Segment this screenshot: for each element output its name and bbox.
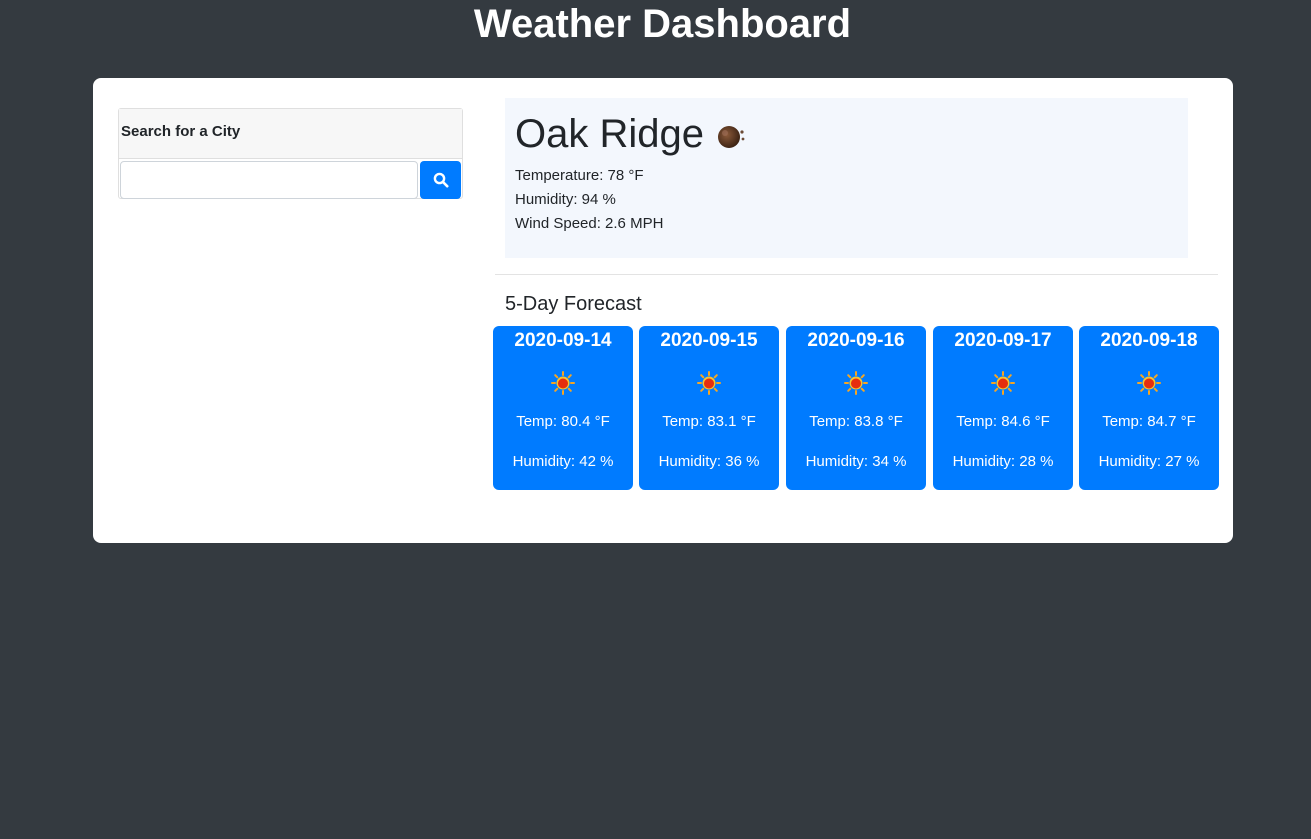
city-search-input[interactable]	[120, 161, 418, 199]
forecast-date: 2020-09-15	[660, 330, 758, 351]
forecast-humidity: Humidity: 27 %	[1098, 453, 1200, 470]
search-icon	[433, 172, 448, 188]
forecast-temp: Temp: 83.1 °F	[662, 413, 756, 430]
sun-icon	[1137, 371, 1161, 395]
forecast-card: 2020-09-18 Temp: 84.7 °F Humidity: 27 %	[1079, 326, 1219, 490]
dashboard-card: Search for a City Oak Ridge Temperature:…	[93, 78, 1233, 543]
current-city-name: Oak Ridge	[515, 112, 704, 156]
forecast-date: 2020-09-17	[954, 330, 1052, 351]
forecast-card: 2020-09-17 Temp: 84.6 °F Humidity: 28 %	[933, 326, 1073, 490]
forecast-card: 2020-09-15 Temp: 83.1 °F Humidity: 36 %	[639, 326, 779, 490]
forecast-date: 2020-09-14	[514, 330, 612, 351]
forecast-humidity: Humidity: 34 %	[805, 453, 907, 470]
forecast-humidity: Humidity: 28 %	[952, 453, 1054, 470]
forecast-date: 2020-09-16	[807, 330, 905, 351]
search-button[interactable]	[420, 161, 461, 199]
sun-icon	[844, 371, 868, 395]
forecast-temp: Temp: 83.8 °F	[809, 413, 903, 430]
forecast-humidity: Humidity: 36 %	[658, 453, 760, 470]
forecast-temp: Temp: 80.4 °F	[516, 413, 610, 430]
moon-clear-night-icon	[718, 126, 745, 148]
sun-icon	[551, 371, 575, 395]
section-divider	[495, 274, 1218, 275]
search-panel-heading: Search for a City	[119, 109, 462, 159]
forecast-temp: Temp: 84.6 °F	[956, 413, 1050, 430]
forecast-card: 2020-09-16 Temp: 83.8 °F Humidity: 34 %	[786, 326, 926, 490]
current-wind-speed: Wind Speed: 2.6 MPH	[515, 215, 664, 232]
current-humidity: Humidity: 94 %	[515, 191, 616, 208]
sun-icon	[697, 371, 721, 395]
sun-icon	[991, 371, 1015, 395]
forecast-card: 2020-09-14 Temp: 80.4 °F Humidity: 42 %	[493, 326, 633, 490]
city-search-panel: Search for a City	[118, 108, 463, 199]
forecast-humidity: Humidity: 42 %	[512, 453, 614, 470]
current-weather-panel: Oak Ridge Temperature: 78 °F Humidity: 9…	[505, 98, 1188, 258]
forecast-heading: 5-Day Forecast	[505, 293, 642, 315]
forecast-temp: Temp: 84.7 °F	[1102, 413, 1196, 430]
forecast-date: 2020-09-18	[1100, 330, 1198, 351]
page-title: Weather Dashboard	[473, 2, 852, 46]
current-temperature: Temperature: 78 °F	[515, 167, 644, 184]
